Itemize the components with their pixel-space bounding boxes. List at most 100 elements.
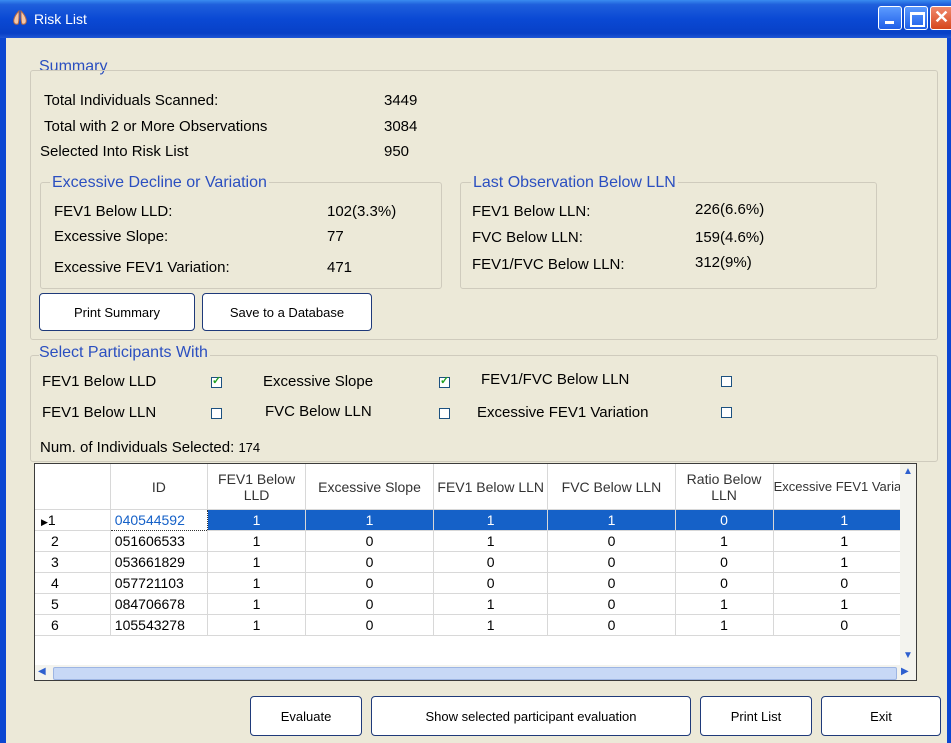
window-frame-left xyxy=(0,38,6,743)
column-header-fev1-below-lln[interactable]: FEV1 Below LLN xyxy=(433,464,549,510)
horizontal-scrollbar[interactable]: ◀ ▶ xyxy=(35,665,916,680)
cell-value[interactable]: 0 xyxy=(773,572,916,594)
cell-value[interactable]: 1 xyxy=(773,509,916,531)
table-row[interactable]: 6 105543278 1 0 1 0 1 0 xyxy=(35,614,916,636)
row-number[interactable]: 6 xyxy=(35,614,111,636)
horizontal-scroll-thumb[interactable] xyxy=(53,667,897,680)
table-row[interactable]: 3 053661829 1 0 0 0 0 1 xyxy=(35,551,916,573)
evaluate-button[interactable]: Evaluate xyxy=(250,696,362,736)
cell-value[interactable]: 0 xyxy=(433,572,549,594)
lln-value-fvc: 159(4.6%) xyxy=(695,229,765,246)
column-header-excessive-fev1-variation[interactable]: Excessive FEV1 Variatio xyxy=(773,464,916,510)
table-row[interactable]: 4 057721103 1 0 0 0 0 0 xyxy=(35,572,916,594)
cell-value[interactable]: 1 xyxy=(207,614,307,636)
checkbox-fvc-below-lln[interactable] xyxy=(439,408,450,419)
table-row[interactable]: 5 084706678 1 0 1 0 1 1 xyxy=(35,593,916,615)
cell-value[interactable]: 1 xyxy=(433,593,549,615)
checkbox-fev1-fvc-below-lln[interactable] xyxy=(721,376,732,387)
cell-value[interactable]: 0 xyxy=(547,572,676,594)
row-number[interactable]: 4 xyxy=(35,572,111,594)
scroll-right-icon[interactable]: ▶ xyxy=(901,666,909,677)
checkbox-excessive-fev1-variation[interactable] xyxy=(721,407,732,418)
row-number[interactable]: ▶1 xyxy=(35,509,111,531)
column-header-fev1-below-lld[interactable]: FEV1 Below LLD xyxy=(207,464,307,510)
vertical-scrollbar[interactable]: ▲ ▼ xyxy=(900,464,916,665)
title-bar[interactable]: Risk List ✕ xyxy=(0,0,951,38)
minimize-button[interactable] xyxy=(878,6,902,30)
table-row[interactable]: 2 051606533 1 0 1 0 1 1 xyxy=(35,530,916,552)
cell-value[interactable]: 0 xyxy=(547,614,676,636)
cell-value[interactable]: 1 xyxy=(773,593,916,615)
column-header-excessive-slope[interactable]: Excessive Slope xyxy=(305,464,434,510)
option-label-fev1-fvc-below-lln: FEV1/FVC Below LLN xyxy=(481,371,630,388)
cell-value[interactable]: 1 xyxy=(207,509,307,531)
cell-value[interactable]: 0 xyxy=(305,572,434,594)
cell-value[interactable]: 1 xyxy=(773,551,916,573)
cell-id[interactable]: 105543278 xyxy=(110,614,209,636)
cell-value[interactable]: 0 xyxy=(305,593,434,615)
cell-value[interactable]: 0 xyxy=(305,530,434,552)
row-number[interactable]: 5 xyxy=(35,593,111,615)
show-evaluation-button[interactable]: Show selected participant evaluation xyxy=(371,696,691,736)
lln-label-fev1: FEV1 Below LLN: xyxy=(472,203,591,220)
option-label-fvc-below-lln: FVC Below LLN xyxy=(265,403,372,420)
cell-id[interactable]: 040544592 xyxy=(109,509,209,531)
cell-value[interactable]: 0 xyxy=(305,614,434,636)
scroll-left-icon[interactable]: ◀ xyxy=(38,666,46,677)
summary-value-scanned: 3449 xyxy=(384,92,418,109)
close-button[interactable]: ✕ xyxy=(930,6,951,30)
cell-value[interactable]: 1 xyxy=(207,530,307,552)
cell-value[interactable]: 1 xyxy=(207,551,307,573)
cell-id[interactable]: 051606533 xyxy=(110,530,209,552)
cell-id[interactable]: 057721103 xyxy=(110,572,209,594)
cell-value[interactable]: 0 xyxy=(675,551,774,573)
column-header-fvc-below-lln[interactable]: FVC Below LLN xyxy=(547,464,676,510)
save-to-database-button[interactable]: Save to a Database xyxy=(202,293,372,331)
column-header-id[interactable]: ID xyxy=(110,464,209,510)
cell-value[interactable]: 0 xyxy=(547,593,676,615)
checkbox-fev1-below-lld[interactable] xyxy=(211,374,222,388)
summary-label-observations: Total with 2 or More Observations xyxy=(44,118,268,135)
decline-value-slope: 77 xyxy=(327,228,344,245)
participant-grid[interactable]: ID FEV1 Below LLD Excessive Slope FEV1 B… xyxy=(34,463,917,681)
cell-value[interactable]: 0 xyxy=(773,614,916,636)
cell-value[interactable]: 1 xyxy=(433,614,549,636)
option-label-excessive-slope: Excessive Slope xyxy=(263,373,374,390)
cell-value[interactable]: 1 xyxy=(207,572,307,594)
cell-value[interactable]: 0 xyxy=(305,551,434,573)
checkbox-excessive-slope[interactable] xyxy=(439,374,450,388)
checkbox-fev1-below-lln[interactable] xyxy=(211,408,222,419)
cell-value[interactable]: 0 xyxy=(433,551,549,573)
cell-value[interactable]: 0 xyxy=(675,509,774,531)
cell-value[interactable]: 1 xyxy=(675,614,774,636)
cell-value[interactable]: 0 xyxy=(547,551,676,573)
count-label-text: Num. of Individuals Selected: xyxy=(40,439,235,456)
exit-button[interactable]: Exit xyxy=(821,696,941,736)
print-summary-button[interactable]: Print Summary xyxy=(39,293,195,331)
cell-value[interactable]: 1 xyxy=(433,530,549,552)
scroll-up-icon[interactable]: ▲ xyxy=(903,466,913,477)
row-number[interactable]: 2 xyxy=(35,530,111,552)
cell-value[interactable]: 1 xyxy=(305,509,434,531)
cell-value[interactable]: 1 xyxy=(547,509,676,531)
column-header-ratio-below-lln[interactable]: Ratio Below LLN xyxy=(675,464,774,510)
table-row[interactable]: ▶1 040544592 1 1 1 1 0 1 xyxy=(35,509,916,531)
row-number[interactable]: 3 xyxy=(35,551,111,573)
grid-header-row: ID FEV1 Below LLD Excessive Slope FEV1 B… xyxy=(35,464,916,510)
scroll-down-icon[interactable]: ▼ xyxy=(903,650,913,661)
decline-value-variation: 471 xyxy=(327,259,353,276)
cell-id[interactable]: 053661829 xyxy=(110,551,209,573)
cell-value[interactable]: 1 xyxy=(433,509,549,531)
cell-id[interactable]: 084706678 xyxy=(110,593,209,615)
print-list-button[interactable]: Print List xyxy=(700,696,812,736)
cell-value[interactable]: 1 xyxy=(675,593,774,615)
summary-label-scanned: Total Individuals Scanned: xyxy=(44,92,219,109)
cell-value[interactable]: 0 xyxy=(547,530,676,552)
current-row-icon: ▶ xyxy=(41,517,48,527)
cell-value[interactable]: 0 xyxy=(675,572,774,594)
cell-value[interactable]: 1 xyxy=(773,530,916,552)
cell-value[interactable]: 1 xyxy=(675,530,774,552)
maximize-button[interactable] xyxy=(904,6,928,30)
decline-label-variation: Excessive FEV1 Variation: xyxy=(54,259,230,276)
cell-value[interactable]: 1 xyxy=(207,593,307,615)
